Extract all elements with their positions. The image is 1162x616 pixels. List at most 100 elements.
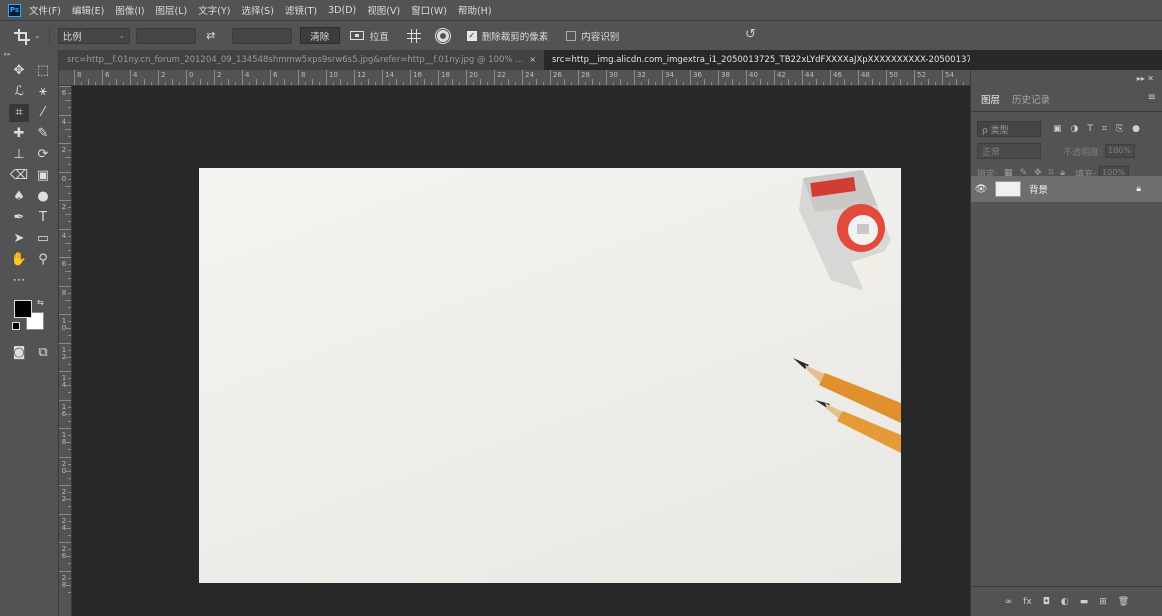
move-tool-icon[interactable]: ✥ — [9, 62, 29, 80]
layer-thumbnail — [995, 181, 1021, 197]
close-icon[interactable]: × — [529, 50, 536, 70]
quick-mask-icon[interactable]: ◙ — [9, 343, 29, 361]
new-layer-icon[interactable]: ⊞ — [1099, 597, 1107, 607]
panel-menu-icon[interactable]: ≡ — [1148, 92, 1156, 103]
ruler-major-tick — [410, 70, 411, 85]
menu-help[interactable]: 帮助(H) — [458, 3, 492, 17]
layer-style-icon[interactable]: fx — [1023, 597, 1032, 607]
type-filter-icon[interactable]: T — [1087, 124, 1093, 134]
width-field[interactable] — [135, 27, 196, 44]
menu-3d[interactable]: 3D(D) — [328, 5, 356, 16]
overlay-grid-icon[interactable] — [406, 28, 421, 43]
pixel-filter-icon[interactable]: ▣ — [1053, 124, 1062, 134]
document-tab-active[interactable]: src=http__img.alicdn.com_imgextra_i1_205… — [544, 50, 970, 70]
delete-cropped-checkbox[interactable]: ✓ — [466, 30, 477, 41]
smart-object-filter-icon[interactable]: ⎘ — [1116, 124, 1123, 134]
ruler-minor-tick — [68, 235, 71, 237]
add-mask-icon[interactable]: ◘ — [1043, 597, 1050, 607]
ruler-minor-tick — [417, 82, 418, 85]
document-image[interactable] — [199, 168, 901, 583]
layer-filter-select[interactable]: ρ 类型 — [977, 121, 1041, 137]
path-selection-tool-icon[interactable]: ➤ — [9, 230, 29, 248]
swap-colors-icon[interactable]: ⇆ — [37, 298, 44, 307]
pen-tool-icon[interactable]: ✒ — [9, 209, 29, 227]
crop-tool-icon[interactable]: ⌗ — [9, 103, 29, 122]
group-folder-icon[interactable]: ▬ — [1080, 597, 1089, 607]
link-layers-icon[interactable]: ∞ — [1005, 597, 1013, 607]
layer-row[interactable]: 👁︎ 背景 🔒︎ — [971, 176, 1162, 202]
ruler-tick-label: 12 — [357, 71, 366, 79]
ruler-tick-label: 28 — [61, 573, 67, 589]
opacity-label: 不透明度: — [1063, 147, 1103, 158]
ruler-minor-tick — [65, 185, 71, 187]
healing-brush-tool-icon[interactable]: ✚ — [9, 125, 29, 143]
collapse-icon[interactable]: ▸▸ ✕ — [1137, 74, 1154, 83]
crop-tool-preset-icon[interactable] — [14, 28, 30, 45]
clear-button[interactable]: 清除 — [299, 27, 340, 44]
panel-grip[interactable]: ▸▸ — [0, 50, 58, 60]
reset-icon[interactable]: ↺ — [745, 27, 756, 42]
opacity-field[interactable]: 100% — [1105, 144, 1136, 158]
tab-layers[interactable]: 图层 — [975, 87, 1007, 111]
hand-tool-icon[interactable]: ✋ — [9, 251, 29, 269]
gradient-tool-icon[interactable]: ▣ — [33, 167, 53, 185]
marquee-tool-icon[interactable]: ⬚ — [33, 62, 53, 80]
ruler-tick-label: 52 — [917, 71, 926, 79]
shape-filter-icon[interactable]: ⌗ — [1102, 124, 1107, 134]
ratio-select[interactable]: 比例 ⌄ — [57, 27, 130, 44]
zoom-tool-icon[interactable]: ⚲ — [33, 251, 53, 269]
foreground-color-swatch[interactable] — [14, 300, 32, 318]
adjustment-filter-icon[interactable]: ◑ — [1071, 124, 1079, 134]
filter-toggle-icon[interactable]: ● — [1132, 124, 1140, 134]
tab-history[interactable]: 历史记录 — [1006, 87, 1056, 111]
menu-window[interactable]: 窗口(W) — [411, 3, 447, 17]
rectangle-tool-icon[interactable]: ▭ — [33, 230, 53, 248]
ruler-major-tick — [466, 70, 467, 85]
menu-view[interactable]: 视图(V) — [367, 3, 400, 17]
ruler-tick-label: 6 — [105, 71, 110, 79]
menu-type[interactable]: 文字(Y) — [198, 3, 230, 17]
swap-dimensions-icon[interactable]: ⇄ — [202, 29, 220, 42]
document-tab[interactable]: src=http__f.01ny.cn_forum_201204_09_1345… — [59, 50, 544, 70]
ruler-major-tick — [830, 70, 831, 85]
height-field[interactable] — [231, 27, 292, 44]
trash-icon[interactable]: 🗑︎ — [1118, 597, 1129, 607]
menu-filter[interactable]: 滤镜(T) — [285, 3, 317, 17]
ruler-major-tick — [59, 143, 71, 144]
ruler-minor-tick — [68, 563, 71, 565]
default-colors-icon[interactable] — [12, 322, 20, 330]
screen-mode-icon[interactable]: ⧉ — [33, 343, 53, 361]
content-aware-checkbox[interactable] — [566, 30, 577, 41]
ruler-tick-label: 16 — [413, 71, 422, 79]
eraser-tool-icon[interactable]: ⌫ — [9, 167, 29, 185]
menu-edit[interactable]: 编辑(E) — [72, 3, 104, 17]
menu-file[interactable]: 文件(F) — [29, 3, 61, 17]
menu-layer[interactable]: 图层(L) — [156, 3, 188, 17]
more-tools-icon[interactable]: ⋯ — [9, 272, 29, 290]
menu-select[interactable]: 选择(S) — [241, 3, 273, 17]
dodge-tool-icon[interactable]: ● — [33, 188, 53, 206]
blur-tool-icon[interactable]: ♠ — [9, 188, 29, 206]
straighten-button[interactable]: 拉直 — [349, 29, 389, 43]
ruler-minor-tick — [676, 79, 677, 85]
visibility-eye-icon[interactable]: 👁︎ — [971, 184, 991, 195]
ruler-major-tick — [59, 456, 71, 458]
brush-tool-icon[interactable]: ✎ — [33, 125, 53, 143]
eyedropper-tool-icon[interactable]: ⁄ — [33, 104, 53, 122]
gear-icon[interactable] — [436, 29, 449, 42]
vertical-ruler[interactable]: 6420246810121416182022242628 — [59, 86, 72, 616]
history-brush-tool-icon[interactable]: ⟳ — [33, 146, 53, 164]
adjustment-layer-icon[interactable]: ◐ — [1061, 597, 1069, 607]
horizontal-ruler[interactable]: 8 6 4 2 0 2 4 6 8 10 12 14 16 18 20 22 24 26 28 30 32 34 36 38 4… — [59, 70, 970, 86]
ruler-minor-tick — [65, 271, 71, 273]
blend-mode-select[interactable]: 正常 — [977, 143, 1041, 159]
ruler-minor-tick — [221, 82, 222, 85]
magic-wand-tool-icon[interactable]: ⚹ — [33, 83, 53, 101]
type-tool-icon[interactable]: T — [33, 209, 53, 227]
clone-stamp-tool-icon[interactable]: ⊥ — [9, 146, 29, 164]
menu-image[interactable]: 图像(I) — [115, 3, 144, 17]
chevron-down-icon[interactable]: ⌄ — [34, 31, 41, 40]
ruler-major-tick — [59, 200, 71, 201]
ruler-major-tick — [242, 70, 243, 85]
lasso-tool-icon[interactable]: ℒ — [9, 83, 29, 101]
